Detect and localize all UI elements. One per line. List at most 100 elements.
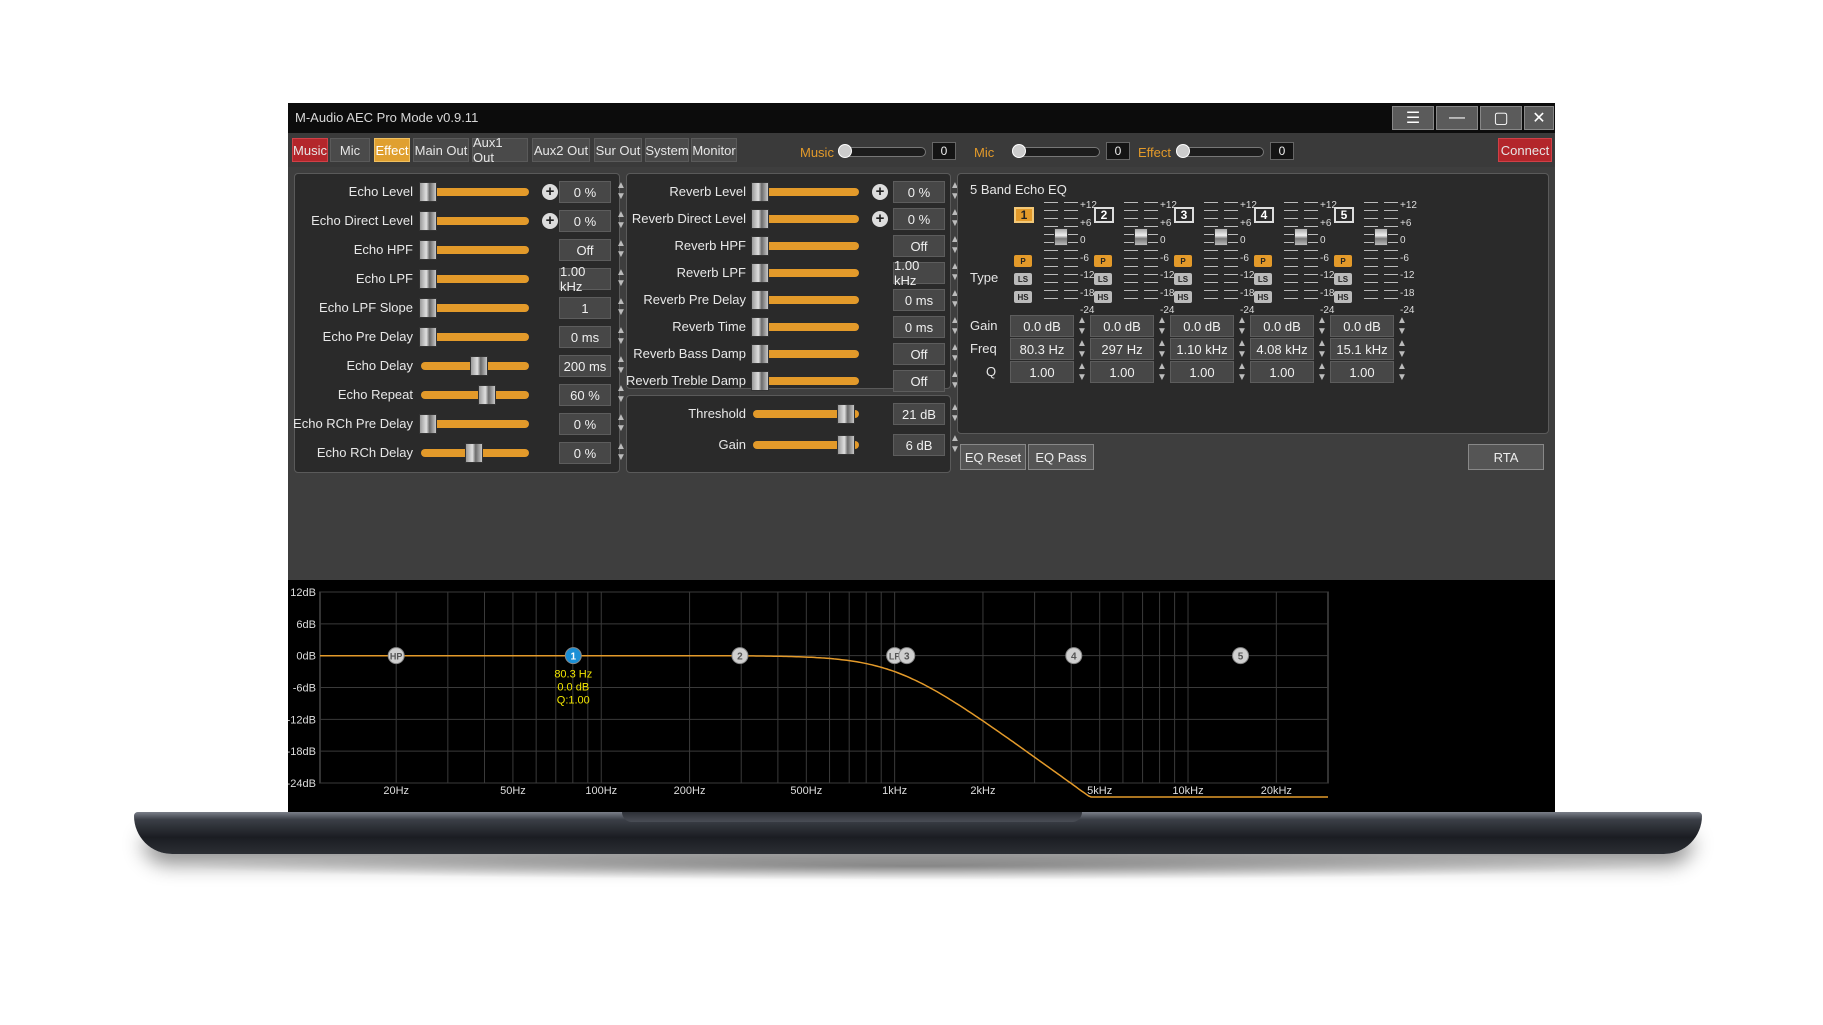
slider-track[interactable]: [421, 188, 529, 196]
eq-pass-button[interactable]: EQ Pass: [1028, 444, 1094, 470]
slider-thumb[interactable]: [469, 356, 488, 376]
close-button[interactable]: ✕: [1524, 106, 1554, 130]
menu-button[interactable]: ☰: [1392, 106, 1434, 130]
eq-type-hs-button[interactable]: HS: [1094, 291, 1112, 303]
control-panels: Echo Level +0 % ▲ ▼ Echo Direct Level +0 % ▲ ▼ E…: [288, 167, 1555, 580]
slider-thumb[interactable]: [751, 344, 769, 364]
slider-thumb[interactable]: [751, 263, 769, 283]
eq-band-5-button[interactable]: 5: [1334, 207, 1354, 223]
slider-thumb[interactable]: [419, 298, 437, 318]
eq-type-ls-button[interactable]: LS: [1334, 273, 1352, 285]
eq-scale-label: -6: [1400, 252, 1409, 264]
slider-track[interactable]: [421, 333, 529, 341]
tab-effect[interactable]: Effect: [374, 138, 410, 162]
eq-band-fader-thumb[interactable]: [1374, 227, 1388, 246]
eq-type-hs-button[interactable]: HS: [1174, 291, 1192, 303]
eq-type-p-button[interactable]: P: [1174, 255, 1192, 267]
slider-thumb[interactable]: [836, 404, 855, 424]
add-icon[interactable]: +: [872, 184, 888, 200]
spin-arrows[interactable]: ▲ ▼: [1076, 361, 1088, 385]
slider-thumb[interactable]: [751, 290, 769, 310]
spin-arrows[interactable]: ▲ ▼: [1076, 315, 1088, 339]
slider-label: Reverb Pre Delay: [643, 292, 746, 307]
eq-type-ls-button[interactable]: LS: [1014, 273, 1032, 285]
connect-button[interactable]: Connect: [1498, 138, 1552, 162]
eq-type-p-button[interactable]: P: [1334, 255, 1352, 267]
eq-band-freq-value: 4.08 kHz: [1250, 338, 1314, 360]
tab-sur-out[interactable]: Sur Out: [594, 138, 642, 162]
spin-arrows[interactable]: ▲ ▼: [1316, 315, 1328, 339]
tab-main-out[interactable]: Main Out: [413, 138, 469, 162]
spin-arrows[interactable]: ▲ ▼: [1156, 338, 1168, 362]
eq-band-fader-ticks: [1044, 202, 1058, 306]
eq-type-ls-button[interactable]: LS: [1174, 273, 1192, 285]
slider-thumb[interactable]: [751, 371, 769, 391]
slider-thumb[interactable]: [751, 182, 769, 202]
spin-arrows[interactable]: ▲ ▼: [1396, 361, 1408, 385]
slider-thumb[interactable]: [419, 414, 437, 434]
slider-thumb[interactable]: [419, 182, 437, 202]
eq-band-fader-thumb[interactable]: [1054, 227, 1068, 246]
spin-arrows[interactable]: ▲ ▼: [1396, 315, 1408, 339]
spin-arrows[interactable]: ▲ ▼: [1236, 315, 1248, 339]
spin-arrows[interactable]: ▲ ▼: [1236, 338, 1248, 362]
slider-track[interactable]: [421, 275, 529, 283]
slider-thumb[interactable]: [751, 236, 769, 256]
slider-thumb[interactable]: [419, 327, 437, 347]
tab-aux2-out[interactable]: Aux2 Out: [532, 138, 590, 162]
slider-label: Echo Pre Delay: [322, 329, 413, 344]
spin-arrows[interactable]: ▲ ▼: [1076, 338, 1088, 362]
slider-thumb[interactable]: [477, 385, 496, 405]
spin-arrows[interactable]: ▲ ▼: [1396, 338, 1408, 362]
eq-type-ls-button[interactable]: LS: [1094, 273, 1112, 285]
slider-thumb[interactable]: [751, 209, 769, 229]
mini-slider-knob[interactable]: [1012, 144, 1026, 158]
eq-type-hs-button[interactable]: HS: [1334, 291, 1352, 303]
eq-band-fader-thumb[interactable]: [1214, 227, 1228, 246]
eq-type-ls-button[interactable]: LS: [1254, 273, 1272, 285]
slider-track[interactable]: [421, 304, 529, 312]
eq-graph-svg[interactable]: 12dB 6dB 0dB -6dB -12dB -18dB -24dB 20Hz 50Hz 100…: [288, 580, 1555, 812]
eq-type-p-button[interactable]: P: [1094, 255, 1112, 267]
mini-slider-knob[interactable]: [838, 144, 852, 158]
eq-band-2-button[interactable]: 2: [1094, 207, 1114, 223]
eq-band-1-button[interactable]: 1: [1014, 207, 1034, 223]
slider-thumb[interactable]: [465, 443, 483, 463]
maximize-button[interactable]: ▢: [1480, 106, 1522, 130]
eq-type-p-button[interactable]: P: [1254, 255, 1272, 267]
slider-track[interactable]: [421, 246, 529, 254]
spin-arrows[interactable]: ▲ ▼: [1316, 338, 1328, 362]
slider-track[interactable]: [421, 420, 529, 428]
add-icon[interactable]: +: [872, 211, 888, 227]
eq-response-graph[interactable]: 12dB 6dB 0dB -6dB -12dB -18dB -24dB 20Hz 50Hz 100…: [288, 580, 1555, 812]
tab-aux1-out[interactable]: Aux1 Out: [472, 135, 528, 165]
slider-thumb[interactable]: [419, 211, 437, 231]
slider-track[interactable]: [421, 391, 529, 399]
spin-arrows[interactable]: ▲ ▼: [1156, 361, 1168, 385]
slider-track[interactable]: [421, 217, 529, 225]
add-icon[interactable]: +: [542, 213, 558, 229]
mini-slider-knob[interactable]: [1176, 144, 1190, 158]
tab-mic[interactable]: Mic: [330, 138, 370, 162]
slider-thumb[interactable]: [751, 317, 769, 337]
eq-band-fader-thumb[interactable]: [1294, 227, 1308, 246]
eq-type-hs-button[interactable]: HS: [1014, 291, 1032, 303]
spin-arrows[interactable]: ▲ ▼: [1156, 315, 1168, 339]
slider-thumb[interactable]: [419, 269, 437, 289]
eq-type-p-button[interactable]: P: [1014, 255, 1032, 267]
tab-system[interactable]: System: [645, 138, 689, 162]
slider-thumb[interactable]: [836, 435, 855, 455]
eq-band-fader-thumb[interactable]: [1134, 227, 1148, 246]
tab-monitor[interactable]: Monitor: [691, 138, 737, 162]
tab-music[interactable]: Music: [292, 138, 328, 162]
minimize-button[interactable]: —: [1436, 106, 1478, 130]
spin-arrows[interactable]: ▲ ▼: [1316, 361, 1328, 385]
eq-band-4-button[interactable]: 4: [1254, 207, 1274, 223]
eq-band-3-button[interactable]: 3: [1174, 207, 1194, 223]
eq-reset-button[interactable]: EQ Reset: [960, 444, 1026, 470]
rta-button[interactable]: RTA: [1468, 444, 1544, 470]
spin-arrows[interactable]: ▲ ▼: [1236, 361, 1248, 385]
add-icon[interactable]: +: [542, 184, 558, 200]
eq-type-hs-button[interactable]: HS: [1254, 291, 1272, 303]
slider-thumb[interactable]: [419, 240, 437, 260]
